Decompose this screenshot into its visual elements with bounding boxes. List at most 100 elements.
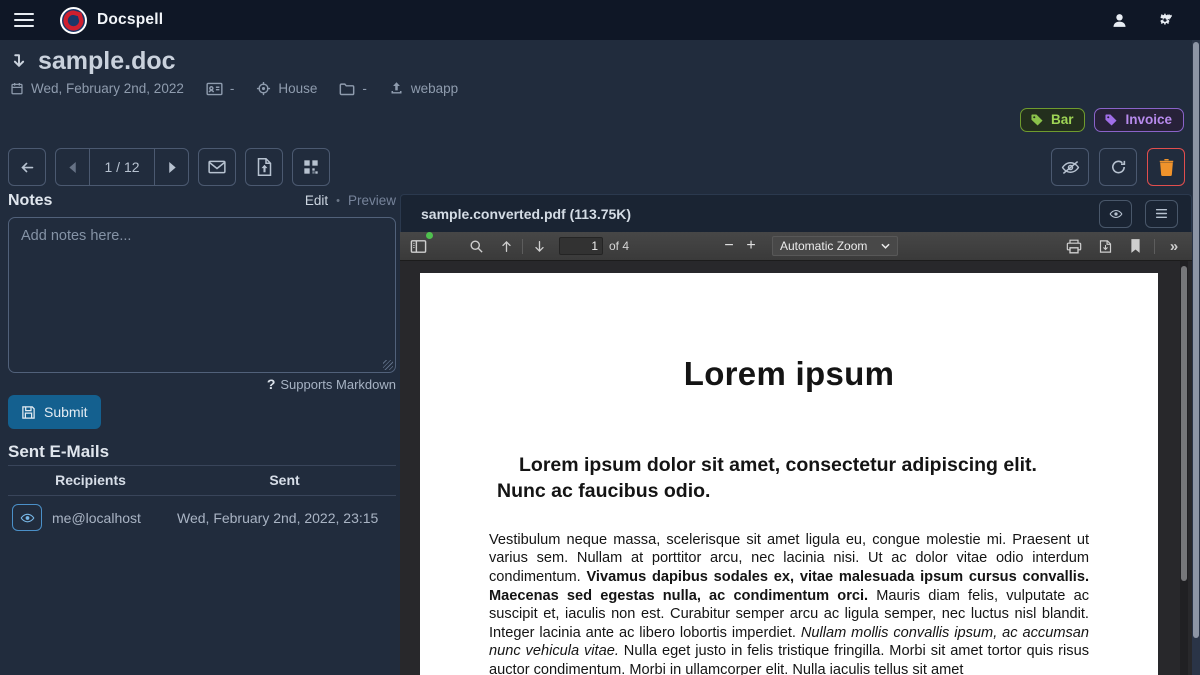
tag-invoice[interactable]: Invoice: [1094, 108, 1184, 132]
pdf-zoom-select[interactable]: Automatic Zoom: [772, 236, 898, 256]
pdf-title: Lorem ipsum: [420, 355, 1158, 393]
pdf-bookmark-button[interactable]: [1123, 235, 1147, 257]
markdown-hint-text: Supports Markdown: [280, 377, 396, 392]
pdf-prev-page-button[interactable]: [494, 235, 518, 257]
window-scrollbar[interactable]: [1192, 40, 1200, 675]
correspondent-person[interactable]: House: [278, 81, 317, 96]
submit-label: Submit: [44, 404, 88, 420]
reprocess-button[interactable]: [1099, 148, 1137, 186]
send-mail-button[interactable]: [198, 148, 236, 186]
tag-bar[interactable]: Bar: [1020, 108, 1086, 132]
unconfirm-button[interactable]: [1051, 148, 1089, 186]
document-title: sample.doc: [38, 47, 176, 76]
crosshairs-icon: [256, 81, 271, 96]
column-sent: Sent: [173, 466, 396, 496]
pdf-print-button[interactable]: [1062, 235, 1086, 257]
back-button[interactable]: [8, 148, 46, 186]
item-toolbar-right: [1051, 148, 1185, 186]
file-upload-icon: [257, 158, 272, 176]
table-row: me@localhost Wed, February 2nd, 2022, 23…: [8, 496, 396, 540]
pdf-more-tools-button[interactable]: »: [1162, 235, 1186, 257]
pdf-next-page-button[interactable]: [527, 235, 551, 257]
page-indicator: 1 / 12: [90, 149, 154, 185]
correspondent-org[interactable]: -: [230, 81, 235, 96]
pdf-sidebar-toggle-button[interactable]: [406, 235, 430, 257]
question-icon: ?: [267, 376, 276, 392]
mail-sent-date: Wed, February 2nd, 2022, 23:15: [173, 496, 396, 540]
attachment-file-name: sample.converted.pdf (113.75K): [421, 206, 631, 222]
eye-slash-icon: [1061, 160, 1080, 175]
pdf-page: Lorem ipsum Lorem ipsum dolor sit amet, …: [420, 273, 1158, 675]
notes-link-separator: •: [336, 195, 340, 207]
tag-icon: [1030, 113, 1044, 127]
attachment-pager: 1 / 12: [55, 148, 189, 186]
notes-header: Notes Edit • Preview: [8, 192, 396, 210]
textarea-resize-handle[interactable]: [383, 360, 393, 370]
eye-icon: [20, 512, 35, 524]
pdf-search-button[interactable]: [464, 235, 488, 257]
tag-label: Bar: [1051, 112, 1074, 127]
document-title-row: sample.doc: [10, 47, 176, 76]
notes-edit-link[interactable]: Edit: [305, 193, 328, 208]
address-card-icon: [206, 82, 223, 96]
bars-icon: [1155, 208, 1168, 219]
logo-swirl-icon: [63, 10, 84, 31]
tag-label: Invoice: [1125, 112, 1172, 127]
item-toolbar-left: 1 / 12: [8, 148, 330, 186]
pdf-paragraph: Vestibulum neque massa, scelerisque sit …: [489, 531, 1089, 675]
pdf-zoom-value: Automatic Zoom: [780, 239, 867, 253]
save-icon: [21, 405, 36, 420]
metadata-qr-button[interactable]: [292, 148, 330, 186]
top-navbar: Docspell: [0, 0, 1200, 40]
tag-icon: [1104, 113, 1118, 127]
view-mail-button[interactable]: [12, 504, 42, 531]
eye-icon: [1109, 208, 1123, 220]
pdf-zoom-out-button[interactable]: −: [718, 237, 740, 255]
source-value: webapp: [411, 81, 458, 96]
menu-icon[interactable]: [14, 13, 34, 27]
notes-preview-link[interactable]: Preview: [348, 193, 396, 208]
docspell-item-view: Docspell sample.doc Wed, Feb: [0, 0, 1200, 675]
pdf-scrollbar-thumb[interactable]: [1181, 266, 1187, 581]
notes-heading: Notes: [8, 192, 52, 210]
concerning-value[interactable]: -: [362, 81, 367, 96]
notes-textarea[interactable]: [8, 217, 396, 373]
refresh-icon: [1110, 159, 1127, 175]
pdf-zoom-in-button[interactable]: +: [740, 237, 762, 255]
pdf-page-number-input[interactable]: [559, 237, 603, 255]
app-title: Docspell: [97, 11, 163, 29]
trash-icon: [1159, 159, 1174, 176]
attachment-viewer-panel: sample.converted.pdf (113.75K): [400, 194, 1192, 675]
pdf-scrollbar[interactable]: [1180, 261, 1188, 675]
next-attachment-button[interactable]: [154, 149, 188, 185]
previous-attachment-button[interactable]: [56, 149, 90, 185]
attachment-header: sample.converted.pdf (113.75K): [400, 194, 1192, 232]
upload-icon: [389, 81, 404, 96]
sent-emails-table: Recipients Sent me@localhost Wed, Februa…: [8, 465, 396, 539]
tag-list: Bar Invoice: [1020, 108, 1184, 132]
submit-notes-button[interactable]: Submit: [8, 395, 101, 429]
attachment-view-button[interactable]: [1099, 200, 1132, 228]
folder-icon: [339, 82, 355, 96]
user-account-icon[interactable]: [1111, 12, 1128, 29]
document-meta-row: Wed, February 2nd, 2022 - House - webapp: [10, 81, 458, 96]
pdf-content-area[interactable]: Lorem ipsum Lorem ipsum dolor sit amet, …: [400, 261, 1192, 675]
qrcode-icon: [303, 159, 319, 175]
download-arrow-icon: [10, 50, 28, 74]
mail-recipient: me@localhost: [52, 510, 141, 526]
double-chevron-icon: »: [1170, 238, 1178, 255]
delete-button[interactable]: [1147, 148, 1185, 186]
envelope-icon: [208, 160, 226, 174]
sent-emails-heading: Sent E-Mails: [8, 442, 109, 462]
column-recipients: Recipients: [8, 466, 173, 496]
pdf-page-count: of 4: [609, 239, 629, 253]
add-files-button[interactable]: [245, 148, 283, 186]
docspell-logo: [60, 7, 87, 34]
pdf-download-button[interactable]: [1093, 235, 1117, 257]
chevron-down-icon: [881, 243, 890, 249]
sidebar-notification-dot: [426, 232, 433, 239]
document-date: Wed, February 2nd, 2022: [31, 81, 184, 96]
window-scrollbar-thumb[interactable]: [1193, 42, 1199, 638]
attachment-menu-button[interactable]: [1145, 200, 1178, 228]
settings-gears-icon[interactable]: [1158, 11, 1178, 29]
